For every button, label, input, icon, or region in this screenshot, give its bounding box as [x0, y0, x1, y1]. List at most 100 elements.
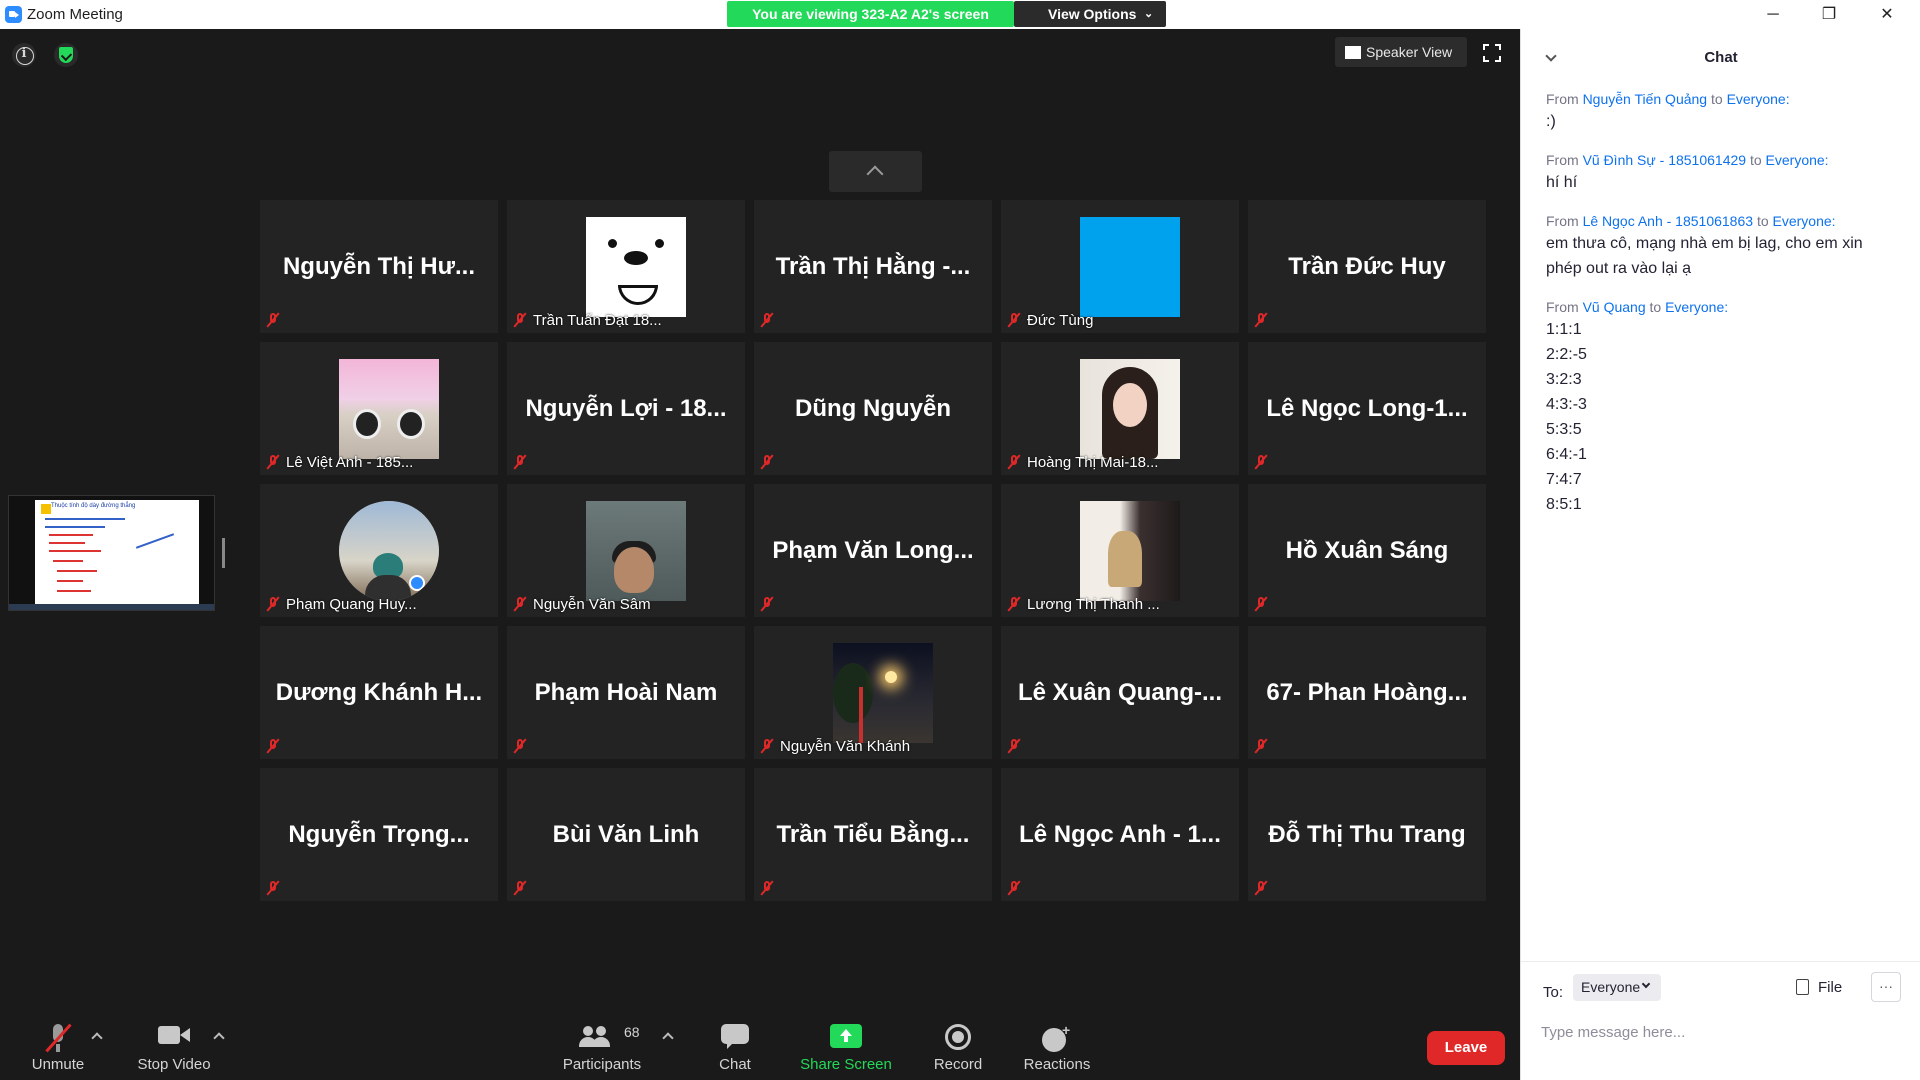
chat-composer: To: Everyone File ··· [1521, 961, 1920, 1080]
microphone-muted-icon [1254, 596, 1268, 612]
reactions-button[interactable]: + Reactions [1017, 1008, 1097, 1080]
view-options-button[interactable]: View Options ⌄ [1014, 1, 1166, 27]
to-word: to [1710, 91, 1723, 107]
participant-name-large: Nguyễn Thị Hư... [282, 253, 476, 280]
microphone-muted-icon [760, 738, 774, 754]
chat-messages: From Nguyễn Tiến Quảng to Everyone::) Fro… [1546, 89, 1901, 533]
close-button[interactable]: ✕ [1864, 0, 1910, 29]
participant-name-large: Trần Tiểu Bằng... [776, 821, 970, 848]
unmute-button[interactable]: Unmute [20, 1008, 96, 1080]
participant-tile[interactable]: Nguyễn Văn Khánh [754, 626, 992, 759]
stop-video-button[interactable]: Stop Video [130, 1008, 218, 1080]
participant-tile[interactable]: 67- Phan Hoàng... [1248, 626, 1486, 759]
participant-name-label: Lê Việt Anh - 185... [286, 454, 414, 471]
chat-button[interactable]: Chat [700, 1008, 770, 1080]
participant-video [1080, 359, 1180, 459]
shared-screen-thumbnail[interactable]: Thuộc tính độ dày đường thẳng [8, 495, 215, 611]
chat-message-text: 3:2:3 [1546, 371, 1582, 388]
participants-options-caret-icon[interactable] [662, 1032, 674, 1044]
participant-tile[interactable]: Nguyễn Thị Hư... [260, 200, 498, 333]
chat-message: From Vũ Đình Sự - 1851061429 to Everyone… [1546, 150, 1901, 195]
microphone-muted-icon [513, 312, 527, 328]
participant-tile[interactable]: Nguyễn Văn Sâm [507, 484, 745, 617]
participant-tile[interactable]: Dũng Nguyễn [754, 342, 992, 475]
participant-tile[interactable]: Phạm Văn Long... [754, 484, 992, 617]
participant-tile[interactable]: Đức Tùng [1001, 200, 1239, 333]
fullscreen-icon[interactable] [1483, 44, 1501, 62]
participant-name-large: Trần Thị Hằng -... [775, 253, 971, 280]
participant-tile[interactable]: Trần Thị Hằng -... [754, 200, 992, 333]
stop-video-label: Stop Video [137, 1056, 211, 1073]
participant-tile[interactable]: Lê Xuân Quang-... [1001, 626, 1239, 759]
participant-video [1080, 217, 1180, 317]
view-options-label: View Options [1048, 6, 1137, 22]
microphone-muted-icon [1254, 454, 1268, 470]
participant-video [1080, 501, 1180, 601]
participant-tile[interactable]: Bùi Văn Linh [507, 768, 745, 901]
participant-name-large: Dũng Nguyễn [795, 395, 951, 422]
participant-tile[interactable]: Lương Thị Thanh ... [1001, 484, 1239, 617]
message-input[interactable] [1541, 1018, 1901, 1046]
leave-button[interactable]: Leave [1427, 1031, 1505, 1065]
chevron-down-icon: ⌄ [1144, 8, 1154, 20]
participant-tile[interactable]: Lê Ngọc Long-1... [1248, 342, 1486, 475]
participant-name-label: Trần Tuấn Đạt 18... [533, 312, 662, 329]
participant-name-label: Phạm Quang Huy... [286, 596, 417, 613]
message-sender[interactable]: Vũ Quang [1583, 299, 1646, 315]
message-sender[interactable]: Vũ Đình Sự - 1851061429 [1583, 152, 1747, 168]
taskbar-strip [9, 604, 214, 610]
participant-tile[interactable]: Phạm Hoài Nam [507, 626, 745, 759]
participant-name-label: Lương Thị Thanh ... [1027, 596, 1160, 613]
participants-button[interactable]: 68 Participants [556, 1008, 648, 1080]
participant-tile[interactable]: Nguyễn Lợi - 18... [507, 342, 745, 475]
participant-tile[interactable]: Lê Ngọc Anh - 1... [1001, 768, 1239, 901]
file-button[interactable]: File [1792, 976, 1842, 1000]
participant-tile[interactable]: Lê Việt Anh - 185... [260, 342, 498, 475]
microphone-muted-icon [266, 596, 280, 612]
participant-name-large: Lê Ngọc Anh - 1... [1019, 821, 1221, 848]
chat-message: From Vũ Quang to Everyone: 1:1:1 2:2:-5 3:2… [1546, 297, 1901, 517]
participant-tile[interactable]: Hoàng Thị Mai-18... [1001, 342, 1239, 475]
info-icon[interactable] [12, 43, 36, 67]
to-word: to [1756, 213, 1769, 229]
zoom-logo-icon [5, 6, 22, 23]
recipient-value: Everyone [1581, 979, 1641, 995]
message-sender[interactable]: Lê Ngọc Anh - 1851061863 [1583, 213, 1753, 229]
participant-tile[interactable]: Nguyễn Trọng... [260, 768, 498, 901]
message-recipient[interactable]: Everyone: [1773, 213, 1836, 229]
participant-tile[interactable]: Đỗ Thị Thu Trang [1248, 768, 1486, 901]
participant-tile[interactable]: Phạm Quang Huy... [260, 484, 498, 617]
microphone-muted-icon [1007, 738, 1021, 754]
participants-icon [577, 1024, 611, 1050]
maximize-button[interactable]: ❐ [1806, 0, 1852, 29]
participant-tile[interactable]: Trần Đức Huy [1248, 200, 1486, 333]
record-button[interactable]: Record [922, 1008, 994, 1080]
participant-tile[interactable]: Trần Tiểu Bằng... [754, 768, 992, 901]
page-up-button[interactable] [829, 151, 922, 192]
participant-tile[interactable]: Trần Tuấn Đạt 18... [507, 200, 745, 333]
microphone-muted-icon [760, 596, 774, 612]
chat-message-text: 7:4:7 [1546, 471, 1582, 488]
speaker-view-button[interactable]: Speaker View [1335, 37, 1467, 67]
microphone-muted-icon [513, 596, 527, 612]
file-icon [1796, 979, 1809, 995]
recipient-select[interactable]: Everyone [1573, 974, 1661, 1001]
chat-message-header: From Nguyễn Tiến Quảng to Everyone: [1546, 89, 1901, 109]
participant-tile[interactable]: Dương Khánh H... [260, 626, 498, 759]
participant-name-large: Lê Ngọc Long-1... [1266, 395, 1468, 422]
minimize-button[interactable]: ─ [1750, 0, 1796, 29]
message-recipient[interactable]: Everyone: [1665, 299, 1728, 315]
encryption-shield-icon[interactable] [54, 43, 78, 67]
microphone-muted-icon [1254, 880, 1268, 896]
participant-name-label: Nguyễn Văn Khánh [780, 738, 911, 755]
participants-label: Participants [562, 1056, 642, 1073]
microphone-muted-icon [266, 312, 280, 328]
share-screen-button[interactable]: Share Screen [796, 1008, 896, 1080]
viewing-screen-banner: You are viewing 323-A2 A2's screen [727, 1, 1014, 27]
thumbnail-resize-handle[interactable] [222, 538, 225, 568]
message-sender[interactable]: Nguyễn Tiến Quảng [1583, 91, 1708, 107]
more-options-button[interactable]: ··· [1871, 972, 1901, 1002]
message-recipient[interactable]: Everyone: [1766, 152, 1829, 168]
message-recipient[interactable]: Everyone: [1727, 91, 1790, 107]
participant-tile[interactable]: Hồ Xuân Sáng [1248, 484, 1486, 617]
